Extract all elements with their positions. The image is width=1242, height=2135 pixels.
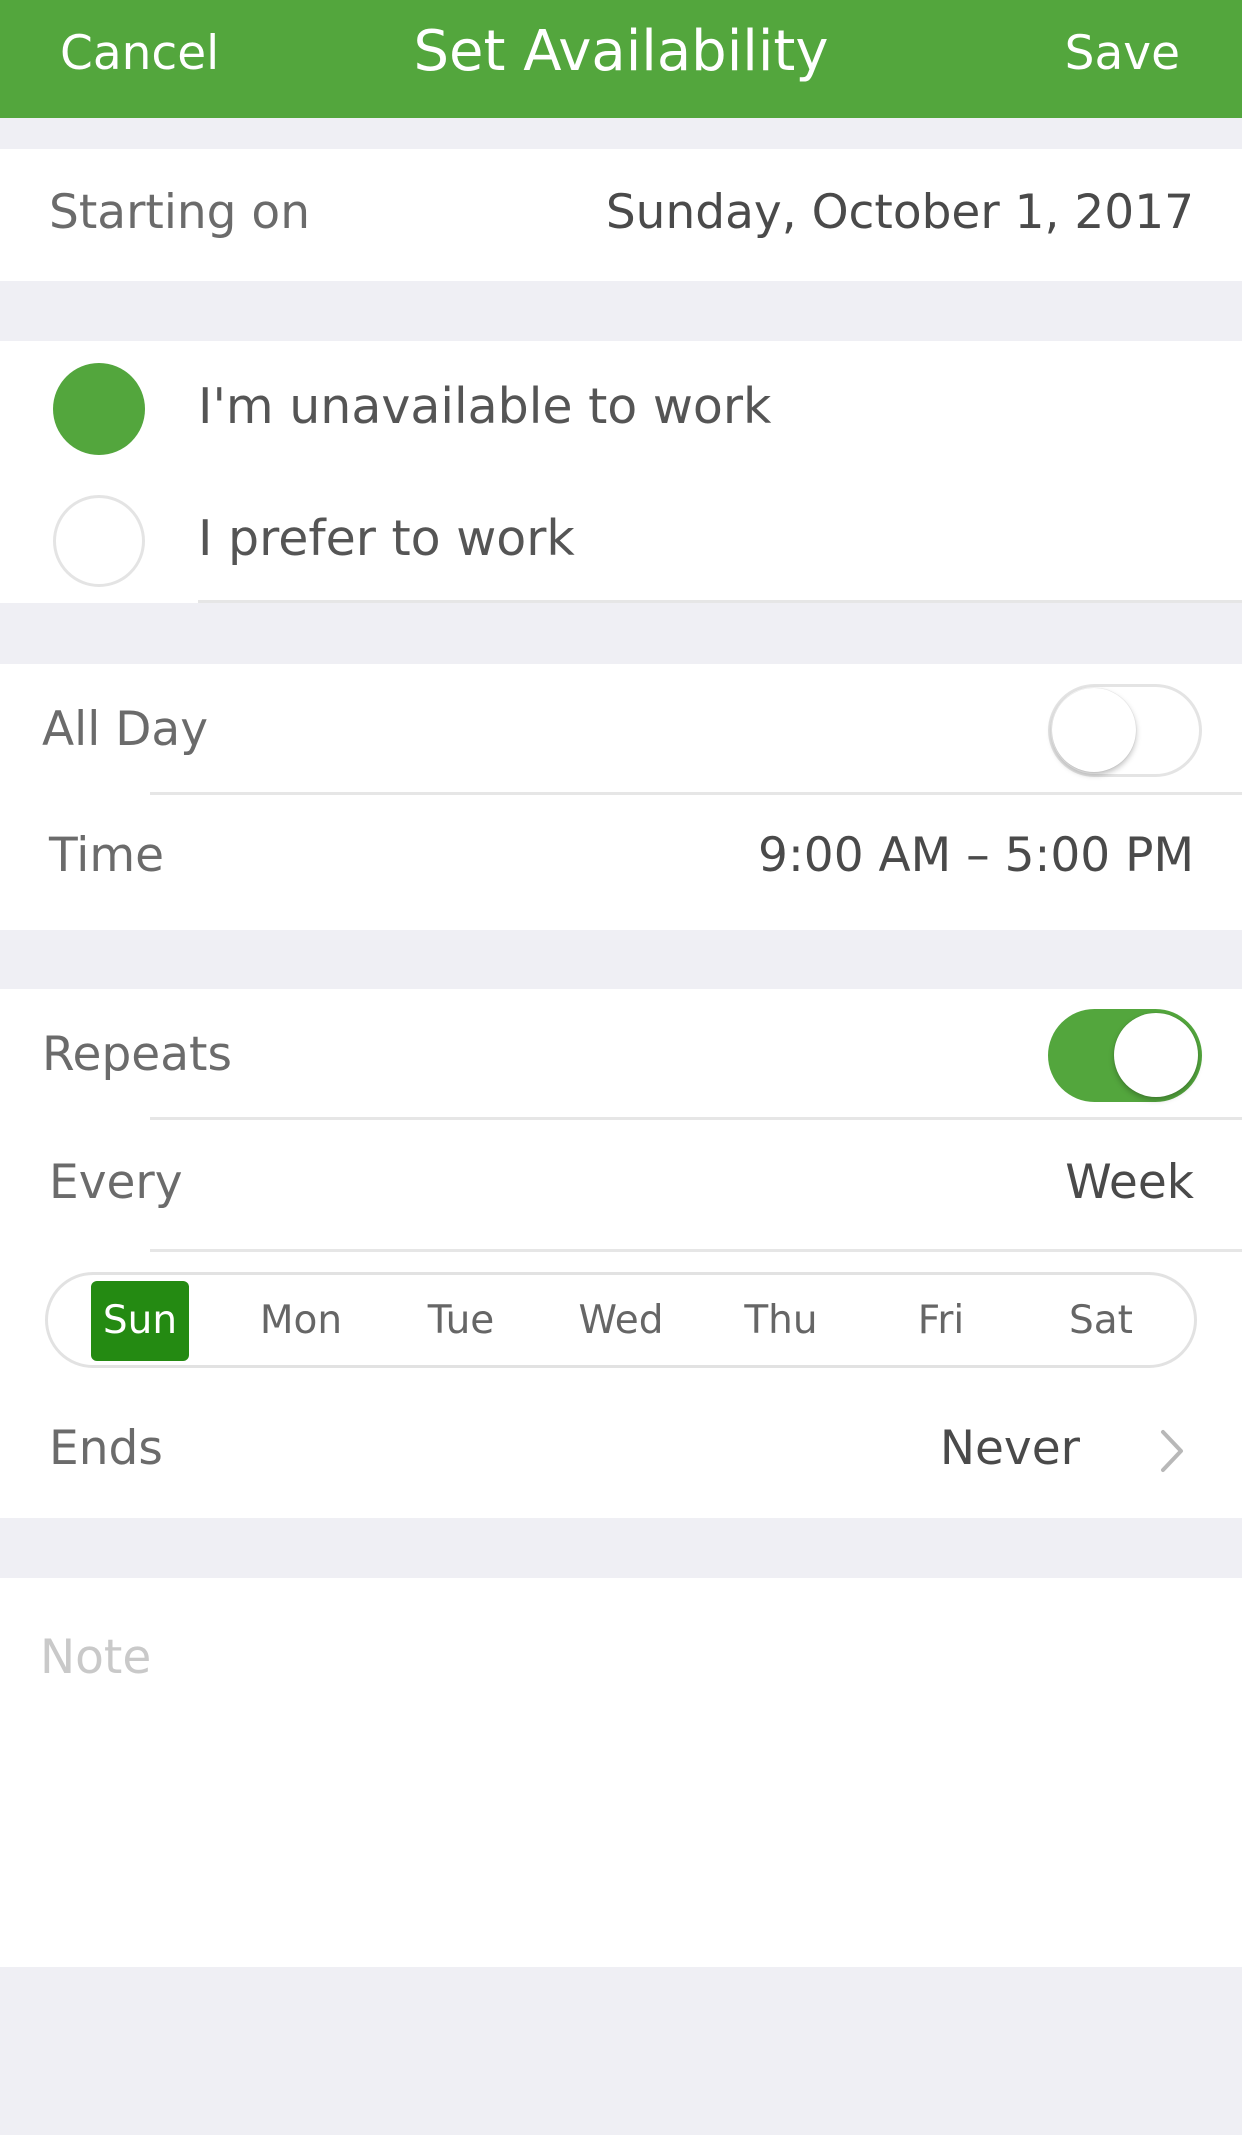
starting-on-row[interactable]: Starting on Sunday, October 1, 2017 — [0, 149, 1242, 281]
starting-on-value[interactable]: Sunday, October 1, 2017 — [606, 185, 1194, 240]
divider — [150, 1249, 1242, 1252]
note-input[interactable]: Note — [40, 1630, 1200, 1930]
day-sat[interactable]: Sat — [1052, 1281, 1150, 1361]
day-mon[interactable]: Mon — [252, 1281, 350, 1361]
time-row[interactable]: Time 9:00 AM – 5:00 PM — [0, 795, 1242, 930]
day-fri[interactable]: Fri — [892, 1281, 990, 1361]
set-availability-screen: Set Availability Cancel Save Starting on… — [0, 0, 1242, 2135]
save-button[interactable]: Save — [1065, 0, 1180, 108]
day-wed[interactable]: Wed — [572, 1281, 670, 1361]
day-thu[interactable]: Thu — [732, 1281, 830, 1361]
all-day-row: All Day — [0, 664, 1242, 794]
day-sun[interactable]: Sun — [91, 1281, 189, 1361]
ends-value: Never — [939, 1421, 1080, 1476]
navigation-bar: Set Availability Cancel Save — [0, 0, 1242, 118]
repeat-section: Repeats Every Week Sun Mon Tue Wed Thu F… — [0, 989, 1242, 1518]
note-section: Note — [0, 1578, 1242, 1967]
ends-row[interactable]: Ends Never — [0, 1395, 1242, 1505]
availability-options: I'm unavailable to work I prefer to work — [0, 341, 1242, 603]
toggle-knob — [1114, 1013, 1198, 1097]
option-prefer-label: I prefer to work — [198, 510, 575, 567]
option-prefer[interactable]: I prefer to work — [0, 473, 1242, 603]
repeats-row: Repeats — [0, 989, 1242, 1119]
time-value[interactable]: 9:00 AM – 5:00 PM — [758, 828, 1194, 883]
every-row[interactable]: Every Week — [0, 1120, 1242, 1250]
option-unavailable-label: I'm unavailable to work — [198, 378, 772, 435]
time-section: All Day Time 9:00 AM – 5:00 PM — [0, 664, 1242, 930]
radio-unselected-icon[interactable] — [53, 495, 145, 587]
all-day-label: All Day — [42, 702, 209, 757]
weekday-selector: Sun Mon Tue Wed Thu Fri Sat — [45, 1272, 1197, 1368]
repeats-label: Repeats — [42, 1027, 232, 1082]
time-label: Time — [49, 828, 165, 883]
radio-selected-icon[interactable] — [53, 363, 145, 455]
all-day-toggle[interactable] — [1048, 684, 1202, 777]
toggle-knob — [1052, 688, 1136, 772]
day-tue[interactable]: Tue — [412, 1281, 510, 1361]
starting-on-label: Starting on — [49, 185, 310, 240]
ends-label: Ends — [49, 1421, 163, 1476]
every-value[interactable]: Week — [1065, 1155, 1194, 1210]
divider — [198, 600, 1242, 603]
every-label: Every — [49, 1155, 183, 1210]
chevron-right-icon[interactable] — [1158, 1427, 1186, 1475]
option-unavailable[interactable]: I'm unavailable to work — [0, 341, 1242, 473]
cancel-button[interactable]: Cancel — [60, 0, 219, 108]
repeats-toggle[interactable] — [1048, 1009, 1202, 1102]
